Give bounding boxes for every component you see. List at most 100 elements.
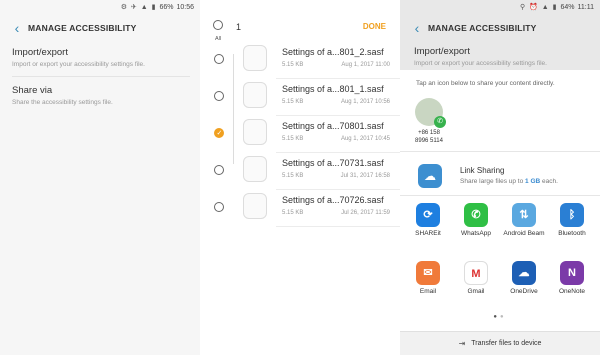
back-arrow-icon[interactable]: ‹ (6, 20, 28, 36)
share-app-onedrive[interactable]: ☁ OneDrive (502, 261, 546, 296)
app-label: WhatsApp (461, 230, 491, 237)
file-date: Jul 31, 2017 16:58 (340, 173, 390, 179)
status-bar: ⚲ ⏰ ▲ ▮ 64% 11:11 (400, 0, 600, 14)
app-label: Bluetooth (558, 230, 586, 237)
share-app-email[interactable]: ✉ Email (406, 261, 450, 296)
link-sharing-sub-prefix: Share large files up to (460, 178, 526, 185)
clock: 10:56 (176, 3, 194, 11)
file-date: Aug 1, 2017 10:45 (340, 136, 390, 142)
whatsapp-badge-icon: ✆ (434, 116, 446, 128)
page-title: MANAGE ACCESSIBILITY (428, 23, 537, 33)
file-row[interactable]: Settings of a...801_1.sasf 5.15 KB Aug 1, … (200, 79, 400, 116)
onedrive-icon: ☁ (512, 261, 536, 285)
link-sharing-title: Link Sharing (460, 166, 505, 175)
contact-label: +86 158 8996 5114 (415, 130, 443, 144)
file-name: Settings of a...801_2.sasf (282, 47, 384, 57)
file-row[interactable]: Settings of a...70801.sasf 5.15 KB Aug 1, … (200, 116, 400, 153)
file-name: Settings of a...70801.sasf (282, 121, 384, 131)
transfer-icon: ⇥ (458, 339, 466, 348)
file-row[interactable]: Settings of a...70726.sasf 5.15 KB Jul 26,… (200, 190, 400, 227)
select-all[interactable]: All (210, 17, 226, 42)
file-size: 5.15 KB (282, 210, 304, 216)
divider (400, 195, 600, 196)
file-thumbnail (243, 82, 267, 108)
onenote-icon: N (560, 261, 584, 285)
row-title: Import/export (12, 47, 68, 58)
whatsapp-icon: ✆ (464, 203, 488, 227)
accessibility-panel: ⚙ ✈ ▲ ▮ 66% 10:56 ‹ MANAGE ACCESSIBILITY… (0, 0, 200, 355)
import-export-row[interactable]: Import/export Import or export your acce… (414, 46, 547, 67)
file-select-panel: All 1 DONE Settings of a...801_2.sasf 5.1… (200, 0, 400, 355)
clock: 11:11 (577, 3, 594, 11)
link-sharing-subtitle: Share large files up to 1 GB each. (460, 178, 558, 185)
share-app-android-beam[interactable]: ⇅ Android Beam (502, 203, 546, 238)
share-via-row[interactable]: Share via Share the accessibility settin… (12, 85, 190, 106)
divider (12, 76, 190, 77)
android-beam-icon: ⇅ (512, 203, 536, 227)
file-thumbnail (243, 119, 267, 145)
app-label: OneDrive (510, 288, 538, 295)
status-bar: ⚙ ✈ ▲ ▮ 66% 10:56 (0, 0, 200, 14)
done-button[interactable]: DONE (363, 22, 386, 31)
shareit-icon: ⟳ (416, 203, 440, 227)
divider (400, 151, 600, 152)
file-size: 5.15 KB (282, 99, 304, 105)
file-date: Jul 26, 2017 11:59 (341, 210, 390, 216)
back-arrow-icon[interactable]: ‹ (406, 20, 428, 36)
row-title: Import/export (414, 46, 470, 57)
selected-count: 1 (236, 22, 242, 32)
row-subtitle: Import or export your accessibility sett… (12, 61, 145, 68)
select-all-checkbox[interactable] (213, 20, 223, 30)
import-export-row[interactable]: Import/export Import or export your acce… (12, 47, 190, 68)
row-subtitle: Share the accessibility settings file. (12, 99, 113, 106)
page-title: MANAGE ACCESSIBILITY (28, 23, 137, 33)
gmail-icon: M (464, 261, 488, 285)
link-sharing-size: 1 GB (525, 178, 541, 185)
file-thumbnail (243, 156, 267, 182)
file-date: Aug 1, 2017 11:00 (341, 62, 390, 68)
settings-list: Import/export Import or export your acce… (0, 42, 200, 355)
app-bar: ‹ MANAGE ACCESSIBILITY (400, 14, 600, 42)
row-title: Share via (12, 85, 53, 96)
file-size: 5.15 KB (282, 62, 304, 68)
battery-level: 64% (560, 3, 575, 11)
status-icons: ⚙ ✈ ▲ ▮ (120, 4, 157, 11)
share-app-bluetooth[interactable]: ᛒ Bluetooth (550, 203, 594, 238)
file-date: Aug 1, 2017 10:56 (340, 99, 390, 105)
share-app-whatsapp[interactable]: ✆ WhatsApp (454, 203, 498, 238)
link-sharing-sub-suffix: each. (540, 178, 558, 185)
avatar: ✆ (415, 98, 446, 128)
app-label: Gmail (467, 288, 485, 295)
direct-share-contact[interactable]: ✆ +86 158 8996 5114 (412, 98, 446, 145)
share-panel: ⚲ ⏰ ▲ ▮ 64% 11:11 ‹ MANAGE ACCESSIBILITY… (400, 0, 600, 355)
file-checkbox[interactable] (214, 54, 224, 64)
file-thumbnail (243, 193, 267, 219)
file-size: 5.15 KB (282, 173, 304, 179)
file-row[interactable]: Settings of a...70731.sasf 5.15 KB Jul 31,… (200, 153, 400, 190)
divider (276, 226, 400, 227)
link-sharing-option[interactable]: ☁ Link Sharing Share large files up to 1… (418, 162, 588, 190)
transfer-files-button[interactable]: ⇥ Transfer files to device (400, 331, 600, 355)
email-icon: ✉ (416, 261, 440, 285)
file-name: Settings of a...70731.sasf (282, 158, 384, 168)
share-hint: Tap an icon below to share your content … (416, 80, 555, 87)
file-checkbox[interactable] (214, 128, 224, 138)
row-subtitle: Import or export your accessibility sett… (414, 60, 547, 67)
footer-label: Transfer files to device (471, 340, 542, 347)
page-indicator: ●● (493, 314, 507, 320)
file-checkbox[interactable] (214, 91, 224, 101)
app-label: SHAREit (415, 230, 441, 237)
share-app-gmail[interactable]: M Gmail (454, 261, 498, 296)
app-label: OneNote (558, 288, 586, 295)
file-thumbnail (243, 45, 267, 71)
app-label: Android Beam (503, 230, 545, 237)
app-label: Email (419, 288, 437, 295)
share-app-onenote[interactable]: N OneNote (550, 261, 594, 296)
file-checkbox[interactable] (214, 165, 224, 175)
share-app-shareit[interactable]: ⟳ SHAREit (406, 203, 450, 238)
app-bar: ‹ MANAGE ACCESSIBILITY (0, 14, 200, 42)
file-size: 5.15 KB (282, 136, 304, 142)
file-checkbox[interactable] (214, 202, 224, 212)
battery-level: 66% (159, 3, 174, 11)
file-row[interactable]: Settings of a...801_2.sasf 5.15 KB Aug 1, … (200, 42, 400, 79)
